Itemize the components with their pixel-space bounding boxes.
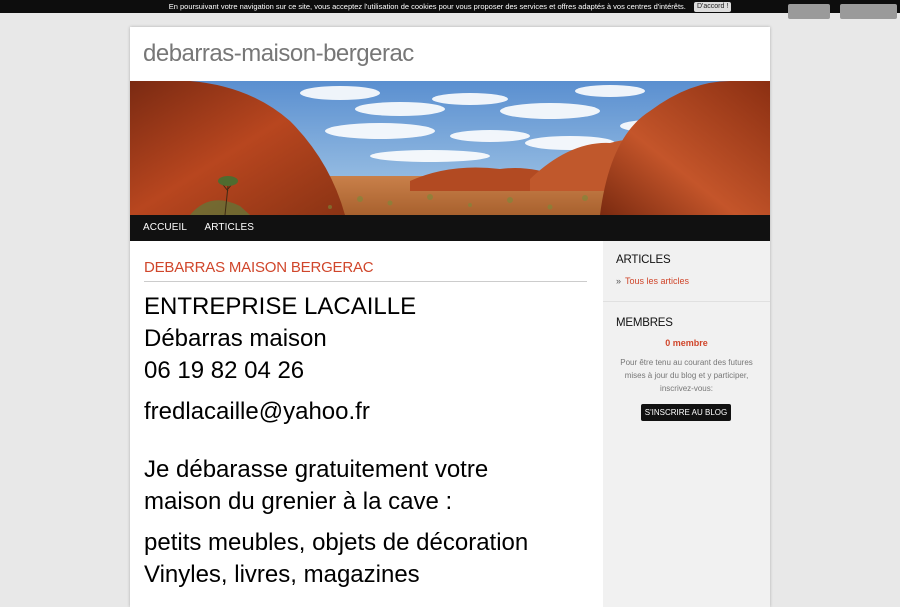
post-line-intro-2: maison du grenier à la cave : [144, 488, 453, 515]
post-line-email: fredlacaille@yahoo.fr [144, 398, 370, 425]
site-title[interactable]: debarras-maison-bergerac [143, 40, 414, 68]
members-description: Pour être tenu au courant des futures mi… [620, 358, 753, 393]
post-line-items: petits meubles, objets de décoration [144, 529, 529, 556]
nav-item-articles[interactable]: ARTICLES [205, 215, 255, 241]
nav-item-accueil[interactable]: ACCUEIL [143, 215, 187, 241]
post-line-intro: Je débarasse gratuitement votre [144, 456, 489, 483]
post-line-items-2: Vinyles, livres, magazines [144, 561, 420, 588]
all-articles-link[interactable]: » Tous les articles [616, 276, 689, 286]
post-body: ENTREPRISE LACAILLE Débarras maison 06 1… [144, 291, 594, 591]
articles-widget: ARTICLES » Tous les articles [603, 241, 770, 302]
top-button-1[interactable] [787, 4, 830, 19]
members-widget-title: MEMBRES [616, 317, 673, 329]
main-navigation: ACCUEIL ARTICLES [130, 215, 770, 241]
cookie-banner: En poursuivant votre navigation sur ce s… [0, 0, 900, 13]
subscribe-button[interactable]: S'INSCRIRE AU BLOG [641, 404, 731, 421]
top-right-buttons [782, 4, 897, 24]
sidebar: ARTICLES » Tous les articles MEMBRES 0 me… [603, 241, 770, 607]
page-container: debarras-maison-bergerac ACCUEIL ARTICLE… [130, 27, 770, 607]
post-line-service: Débarras maison [144, 325, 327, 352]
header-banner-image [130, 81, 770, 215]
cookie-accept-button[interactable]: D'accord ! [693, 2, 732, 13]
landscape-illustration [130, 81, 770, 215]
member-count[interactable]: 0 membre [603, 338, 770, 348]
all-articles-label[interactable]: Tous les articles [625, 276, 689, 286]
post-line-phone: 06 19 82 04 26 [144, 357, 305, 384]
chevron-right-icon: » [616, 276, 622, 286]
cookie-message: En poursuivant votre navigation sur ce s… [168, 2, 686, 11]
articles-widget-title: ARTICLES [616, 254, 671, 266]
post-title[interactable]: DEBARRAS MAISON BERGERAC [144, 259, 587, 282]
main-content: DEBARRAS MAISON BERGERAC ENTREPRISE LACA… [130, 241, 602, 607]
post-line-company: ENTREPRISE LACAILLE [144, 293, 417, 320]
top-button-2[interactable] [840, 4, 897, 19]
